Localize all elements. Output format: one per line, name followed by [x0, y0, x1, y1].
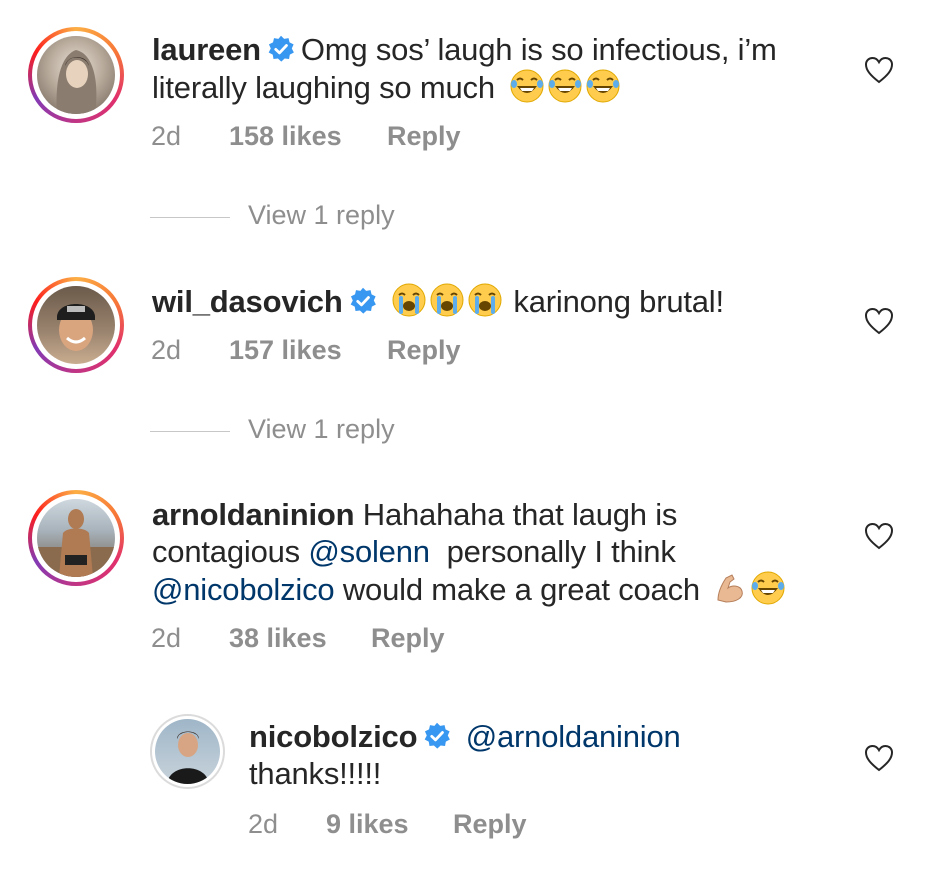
timestamp: 2d [248, 809, 279, 839]
avatar-nicobolzico[interactable] [150, 714, 225, 789]
username[interactable]: laureen [152, 32, 261, 67]
comment-text: personally I think [446, 534, 676, 569]
comment-text: karinong brutal! [513, 284, 724, 319]
reply-button[interactable]: Reply [387, 121, 461, 152]
face-with-tears-of-joy-icon [509, 68, 545, 104]
flexed-biceps-icon [712, 570, 748, 606]
loudly-crying-face-icon [429, 282, 465, 318]
timestamp: 2d [151, 121, 182, 151]
avatar-arnoldaninion[interactable] [28, 490, 124, 586]
view-replies-label[interactable]: View 1 reply [248, 200, 395, 231]
comment-text: Omg sos’ laugh is so infectious, i’m [300, 32, 777, 67]
heart-outline-icon[interactable] [864, 522, 894, 550]
comment-text: Hahahaha that laugh is [362, 497, 678, 532]
verified-badge-icon [423, 722, 451, 750]
reply-button[interactable]: Reply [387, 335, 461, 366]
timestamp: 2d [151, 335, 182, 365]
verified-badge-icon [349, 287, 377, 315]
comment-text: literally laughing so much [152, 70, 495, 105]
heart-outline-icon[interactable] [864, 307, 894, 335]
likes-count[interactable]: 158 likes [229, 121, 342, 152]
face-with-tears-of-joy-icon [750, 570, 786, 606]
mention-link[interactable]: @arnoldaninion [466, 719, 681, 754]
timestamp: 2d [151, 623, 182, 653]
comment-text: thanks!!!!! [249, 756, 382, 791]
loudly-crying-face-icon [391, 282, 427, 318]
comment-text: would make a great coach [342, 572, 700, 607]
avatar-laureen[interactable] [28, 27, 124, 123]
verified-badge-icon [267, 35, 295, 63]
face-with-tears-of-joy-icon [547, 68, 583, 104]
mention-link[interactable]: @solenn [308, 534, 430, 569]
reply-button[interactable]: Reply [371, 623, 445, 654]
likes-count[interactable]: 9 likes [326, 809, 409, 840]
comment-text: contagious [152, 534, 300, 569]
view-replies-label[interactable]: View 1 reply [248, 414, 395, 445]
username[interactable]: arnoldaninion [152, 497, 355, 532]
face-with-tears-of-joy-icon [585, 68, 621, 104]
reply-button[interactable]: Reply [453, 809, 527, 840]
heart-outline-icon[interactable] [864, 56, 894, 84]
likes-count[interactable]: 157 likes [229, 335, 342, 366]
loudly-crying-face-icon [467, 282, 503, 318]
username[interactable]: wil_dasovich [152, 284, 343, 319]
mention-link[interactable]: @nicobolzico [152, 572, 335, 607]
avatar-wil-dasovich[interactable] [28, 277, 124, 373]
likes-count[interactable]: 38 likes [229, 623, 327, 654]
username[interactable]: nicobolzico [249, 719, 418, 754]
heart-outline-icon[interactable] [864, 744, 894, 772]
